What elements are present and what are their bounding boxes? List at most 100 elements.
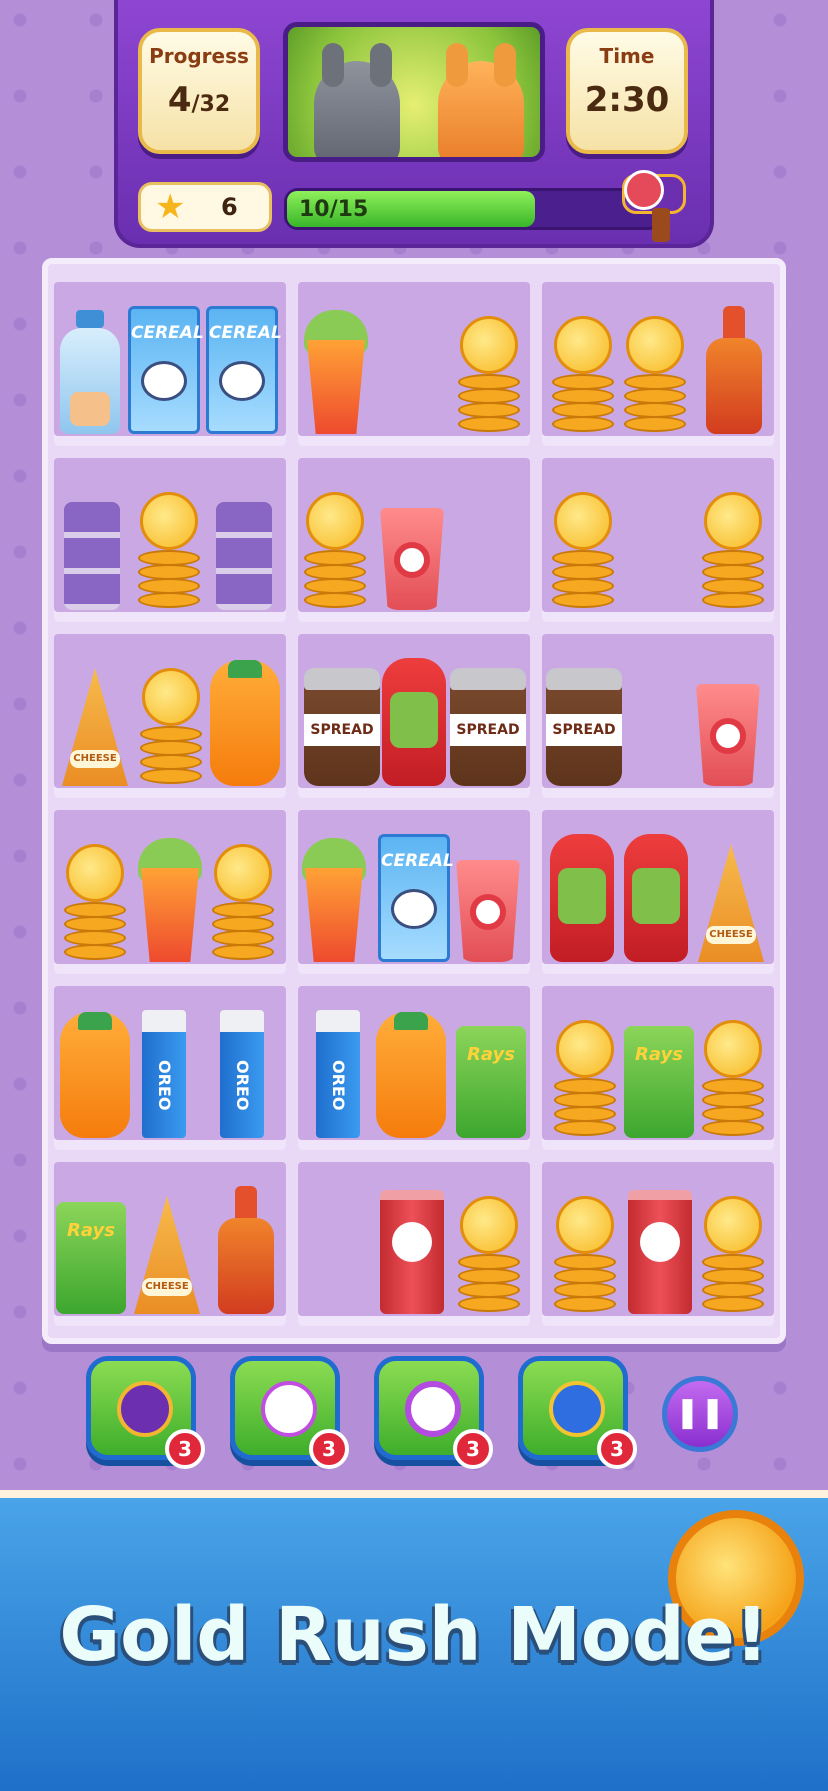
level-progress-bar: 10/15 [284, 188, 662, 230]
cookie-pack[interactable]: OREO [142, 1010, 186, 1138]
honey-bear[interactable] [60, 1012, 130, 1138]
chips-bag[interactable]: Rays [456, 1026, 526, 1138]
shelf-slot[interactable] [54, 458, 286, 622]
noodle-cup[interactable] [380, 508, 444, 610]
burrito[interactable] [138, 838, 202, 962]
shelf-slot[interactable]: OREO OREO [54, 986, 286, 1150]
level-progress-text: 10/15 [299, 197, 369, 222]
shelf-slot[interactable] [298, 1162, 530, 1326]
burrito[interactable] [302, 838, 366, 962]
coin-stack[interactable] [702, 1196, 764, 1314]
burrito[interactable] [304, 310, 368, 434]
coin-stack[interactable] [702, 1020, 764, 1138]
shelf-slot[interactable] [542, 1162, 774, 1326]
shuffle-icon [549, 1381, 605, 1437]
shelf-slot[interactable] [542, 282, 774, 446]
coin-stack[interactable] [552, 492, 614, 610]
honey-bear[interactable] [376, 1012, 446, 1138]
shelf-slot[interactable]: SPREAD SPREAD [298, 634, 530, 798]
star-icon: ★ [155, 187, 186, 227]
shelf-slot[interactable]: CEREAL CEREAL [54, 282, 286, 446]
cereal-label: CEREAL [381, 851, 454, 871]
coin-stack[interactable] [702, 492, 764, 610]
chips-bag[interactable]: Rays [56, 1202, 126, 1314]
coin-stack[interactable] [458, 1196, 520, 1314]
sauce-bottle[interactable] [218, 1186, 274, 1314]
wand-booster-button[interactable]: 3 [230, 1356, 349, 1469]
time-label: Time [599, 44, 655, 68]
coin-stack[interactable] [212, 844, 274, 962]
shelf-slot[interactable]: Rays CHEESE [54, 1162, 286, 1326]
shelf-slot[interactable]: SPREAD [542, 634, 774, 798]
hammer-icon [117, 1381, 173, 1437]
bread-jar[interactable] [60, 310, 120, 434]
crisps-tube[interactable] [628, 1190, 692, 1314]
clock-icon [405, 1381, 461, 1437]
cheese-wedge[interactable]: CHEESE [134, 1196, 200, 1314]
hammer-booster-button[interactable]: 3 [86, 1356, 205, 1469]
shelf-slot[interactable]: CEREAL [298, 810, 530, 974]
spread-jar[interactable]: SPREAD [304, 668, 380, 786]
sauce-bottle[interactable] [706, 306, 762, 434]
cheese-label: CHEESE [706, 926, 756, 944]
ketchup-bottle[interactable] [550, 834, 614, 962]
spread-jar[interactable]: SPREAD [546, 668, 622, 786]
cats-portrait [283, 22, 545, 162]
coin-stack[interactable] [624, 316, 686, 434]
shelf-slot[interactable] [542, 458, 774, 622]
shelf-slot[interactable] [298, 458, 530, 622]
coin-stack[interactable] [552, 316, 614, 434]
spread-label: SPREAD [304, 714, 380, 746]
pause-icon: ❚❚ [674, 1395, 726, 1430]
cereal-label: CEREAL [209, 323, 282, 343]
rays-label: Rays [635, 1044, 683, 1065]
cereal-box[interactable]: CEREAL [378, 834, 454, 962]
cheese-wedge[interactable]: CHEESE [698, 844, 764, 962]
coin-stack[interactable] [304, 492, 366, 610]
clock-booster-button[interactable]: 3 [374, 1356, 493, 1469]
crisps-tube[interactable] [380, 1190, 444, 1314]
coin-stack[interactable] [554, 1196, 616, 1314]
orange-cat [438, 43, 524, 157]
shelf-slot[interactable]: Rays [542, 986, 774, 1150]
coin-stack[interactable] [138, 492, 200, 610]
rays-label: Rays [67, 1220, 115, 1241]
cereal-box[interactable]: CEREAL [128, 306, 204, 434]
coin-stack[interactable] [64, 844, 126, 962]
cookie-pack[interactable]: OREO [220, 1010, 264, 1138]
cookie-pack[interactable]: OREO [316, 1010, 360, 1138]
progress-label: Progress [149, 44, 249, 68]
shelf-slot[interactable] [298, 282, 530, 446]
shuffle-booster-button[interactable]: 3 [518, 1356, 637, 1469]
shelf-slot[interactable]: CHEESE [54, 634, 286, 798]
hammer-count-badge: 3 [165, 1429, 205, 1469]
wand-count-badge: 3 [309, 1429, 349, 1469]
coin-stack[interactable] [554, 1020, 616, 1138]
spread-jar[interactable]: SPREAD [450, 668, 526, 786]
honey-bear[interactable] [210, 660, 280, 786]
ketchup-bottle[interactable] [382, 658, 446, 786]
shuffle-count-badge: 3 [597, 1429, 637, 1469]
shelf-slot[interactable]: OREO Rays [298, 986, 530, 1150]
cat-food-cans[interactable] [216, 502, 272, 610]
spread-label: SPREAD [450, 714, 526, 746]
shelf-slot[interactable]: CHEESE [542, 810, 774, 974]
chips-bag[interactable]: Rays [624, 1026, 694, 1138]
noodle-cup[interactable] [456, 860, 520, 962]
pause-button[interactable]: ❚❚ [662, 1376, 738, 1452]
cereal-box[interactable]: CEREAL [206, 306, 282, 434]
time-value: 2:30 [584, 80, 670, 120]
cereal-label: CEREAL [131, 323, 204, 343]
progress-value: 4/32 [142, 80, 256, 120]
rays-label: Rays [467, 1044, 515, 1065]
star-count: 6 [221, 193, 238, 221]
cheese-wedge[interactable]: CHEESE [62, 668, 128, 786]
shelf-slot[interactable] [54, 810, 286, 974]
magic-wand-icon [261, 1381, 317, 1437]
mode-title: Gold Rush Mode! [59, 1592, 769, 1678]
noodle-cup[interactable] [696, 684, 760, 786]
coin-stack[interactable] [140, 668, 202, 786]
ketchup-bottle[interactable] [624, 834, 688, 962]
cat-food-cans[interactable] [64, 502, 120, 610]
coin-stack[interactable] [458, 316, 520, 434]
